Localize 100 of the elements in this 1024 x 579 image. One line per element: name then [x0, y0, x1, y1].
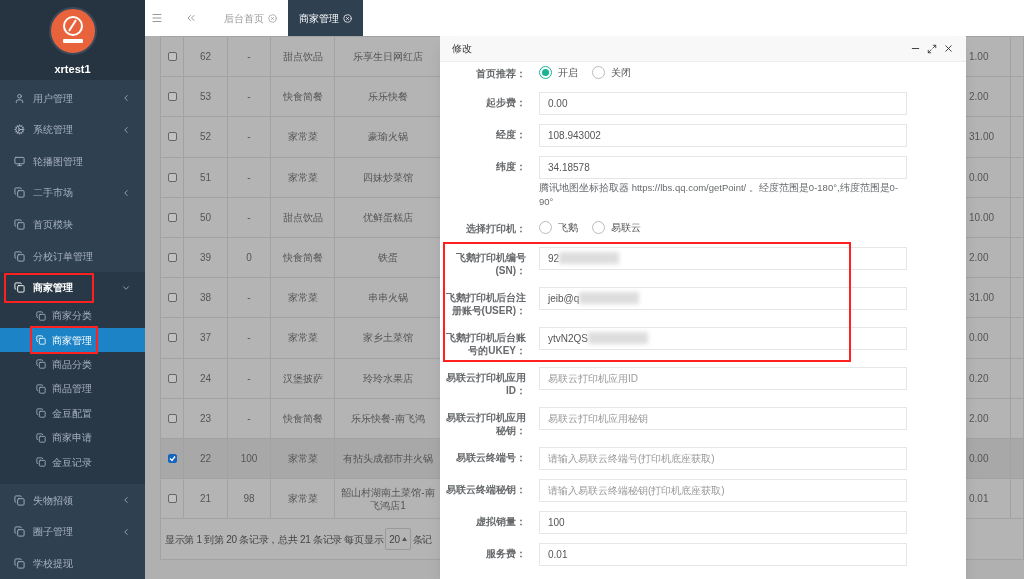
row-checkbox[interactable]	[167, 172, 177, 182]
row-checkbox[interactable]	[167, 453, 177, 463]
radio-button[interactable]	[539, 221, 552, 234]
sidebar-item[interactable]: 二手市场	[6, 179, 121, 206]
text-field[interactable]: 请输入易联云终端号(打印机底座获取)	[539, 446, 907, 470]
sidebar-item[interactable]: 分校订单管理	[6, 243, 139, 270]
table-cell: 0.00	[967, 318, 1011, 358]
table-cell: -	[228, 157, 271, 197]
table-cell: 24	[184, 358, 228, 398]
sidebar-subitem[interactable]: 商家分类	[32, 303, 96, 328]
table-cell: 100	[228, 438, 271, 479]
table-cell: -	[228, 37, 271, 77]
table-cell-text: 韶山村湖南土菜馆-南飞鸿店1	[340, 485, 436, 513]
table-cell-text: 四妹炒菜馆	[362, 170, 414, 185]
table-cell: 家常菜	[271, 117, 335, 157]
text-field[interactable]: 100	[539, 510, 907, 534]
table-cell-text: 乐享生日网红店	[352, 50, 424, 65]
text-field[interactable]: 请输入易联云终端秘钥(打印机底座获取)	[539, 478, 907, 502]
table-cell: 37	[184, 318, 228, 358]
sidebar-item[interactable]: 用户管理	[6, 85, 121, 112]
table-cell: -	[228, 318, 271, 358]
page-size-select[interactable]: 20	[385, 528, 411, 551]
table-cell: 22	[184, 438, 228, 479]
sidebar-subitem[interactable]: 商家申请	[32, 425, 96, 450]
table-cell: 快食简餐	[271, 398, 335, 438]
field-label: 纬度：	[495, 159, 526, 173]
table-cell: 62	[184, 37, 228, 77]
sidebar-subitem[interactable]: 金豆配置	[32, 401, 96, 426]
field-label: 选择打印机：	[465, 221, 526, 235]
sidebar-subitem[interactable]: 商品管理	[32, 376, 96, 401]
caret-up-icon	[401, 537, 407, 542]
text-field[interactable]: 34.18578	[539, 155, 907, 179]
table-cell: 汉堡披萨	[271, 358, 335, 398]
close-icon[interactable]	[943, 43, 954, 54]
menu-icon[interactable]	[151, 12, 163, 24]
table-cell-text: 串串火锅	[367, 291, 409, 306]
radio-label: 飞鹅	[558, 221, 578, 235]
row-checkbox[interactable]	[167, 373, 177, 383]
table-cell: 23	[184, 398, 228, 438]
sidebar-subitem[interactable]: 金豆记录	[32, 450, 96, 474]
radio-button[interactable]	[592, 66, 605, 79]
text-field[interactable]: 易联云打印机应用ID	[539, 366, 907, 390]
table-cell: 39	[184, 237, 228, 278]
text-field[interactable]: 108.943002	[539, 123, 907, 147]
row-checkbox[interactable]	[167, 132, 177, 142]
table-cell: 0.00	[967, 438, 1011, 479]
table-cell: 家常菜	[271, 157, 335, 197]
row-checkbox[interactable]	[167, 413, 177, 423]
row-checkbox[interactable]	[167, 92, 177, 102]
tab[interactable]: 后台首页	[213, 0, 288, 36]
table-cell-text: 豪瑜火锅	[367, 130, 409, 145]
pagination-info: 显示第 1 到第 20 条记录，总共 21 条记录 每页显示	[165, 532, 384, 547]
table-cell: -	[228, 398, 271, 438]
field-label: 服务费：	[485, 546, 526, 560]
field-label: 飞鹅打印机后台账号的UKEY：	[445, 330, 526, 358]
sidebar-item[interactable]: 圈子管理	[6, 518, 121, 545]
tab[interactable]: 商家管理	[288, 0, 363, 36]
row-checkbox[interactable]	[167, 333, 177, 343]
table-cell: -	[228, 197, 271, 237]
sidebar-item[interactable]: 学校提现	[6, 550, 139, 577]
table-cell: 家常菜	[271, 479, 335, 519]
field-label: 飞鹅打印机后台注册账号(USER)：	[445, 290, 526, 318]
table-cell: 2.00	[967, 237, 1011, 278]
row-checkbox[interactable]	[167, 52, 177, 62]
text-field[interactable]: ytvN2QS	[539, 326, 907, 350]
text-field[interactable]: 0.00	[539, 91, 907, 115]
text-field[interactable]: 易联云打印机应用秘钥	[539, 406, 907, 430]
table-cell-text: 乐乐快餐-南飞鸿	[350, 411, 426, 426]
sidebar-subitem[interactable]: 商品分类	[32, 352, 96, 377]
table-cell: 家常菜	[271, 438, 335, 479]
table-cell: 0.00	[967, 157, 1011, 197]
field-label: 易联云打印机应用秘钥：	[445, 410, 526, 438]
chevrons-left-icon[interactable]	[185, 12, 197, 24]
text-field[interactable]: 92	[539, 246, 907, 270]
sidebar-item[interactable]: 商家管理	[6, 274, 92, 301]
table-cell: 53	[184, 77, 228, 117]
table-cell-text: 玲玲水果店	[362, 371, 414, 386]
radio-button[interactable]	[539, 66, 552, 79]
row-checkbox[interactable]	[167, 293, 177, 303]
radio-label: 开启	[558, 66, 578, 80]
sidebar-item[interactable]: 系统管理	[6, 116, 121, 143]
sidebar-item[interactable]: 首页模块	[6, 211, 139, 238]
radio-button[interactable]	[592, 221, 605, 234]
field-label: 虚拟销量：	[475, 514, 526, 528]
field-label: 易联云终端秘钥：	[445, 482, 526, 496]
text-field[interactable]: jeib@q	[539, 286, 907, 310]
table-cell-text: 铁蛋	[377, 251, 399, 266]
row-checkbox[interactable]	[167, 253, 177, 263]
field-label: 经度：	[495, 127, 526, 141]
table-cell-text: 家乡土菜馆	[362, 331, 414, 346]
maximize-icon[interactable]	[927, 43, 937, 54]
table-cell: -	[228, 117, 271, 157]
sidebar-item[interactable]: 轮播图管理	[6, 148, 139, 175]
row-checkbox[interactable]	[167, 212, 177, 222]
text-field[interactable]: 0.01	[539, 542, 907, 566]
field-label: 首页推荐：	[475, 66, 526, 80]
table-cell-text: 有拈头成都市井火锅	[342, 451, 434, 466]
row-checkbox[interactable]	[167, 494, 177, 504]
sidebar-item[interactable]: 失物招领	[6, 487, 121, 513]
table-cell: -	[228, 278, 271, 318]
